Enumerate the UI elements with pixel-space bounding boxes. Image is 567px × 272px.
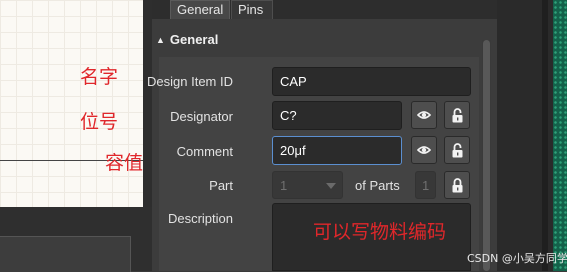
designator-field[interactable]: C?	[272, 101, 402, 130]
eye-icon	[417, 145, 431, 155]
part-label: Part	[209, 178, 233, 193]
part-dropdown[interactable]: 1	[272, 171, 343, 199]
dropdown-arrow-icon	[326, 183, 336, 189]
schematic-canvas[interactable]	[0, 0, 143, 207]
right-divider	[542, 0, 548, 271]
design-item-id-field[interactable]: CAP	[272, 67, 471, 96]
designator-visibility-button[interactable]	[411, 101, 437, 129]
of-parts-label: of Parts	[355, 178, 400, 193]
lock-icon	[452, 177, 463, 193]
bottom-panel-bar	[0, 236, 131, 272]
panel-scrollbar-thumb[interactable]	[483, 40, 490, 271]
tab-general[interactable]: General	[170, 0, 230, 19]
tab-strip: General Pins	[152, 0, 497, 19]
annotation-designator: 位号	[80, 111, 119, 133]
part-value: 1	[280, 178, 288, 193]
canvas-scrollbar[interactable]	[143, 0, 152, 207]
of-parts-value: 1	[415, 171, 436, 199]
comment-visibility-button[interactable]	[411, 136, 437, 164]
collapse-triangle-icon: ▲	[156, 35, 165, 45]
unlock-icon	[452, 142, 463, 158]
eye-icon	[417, 110, 431, 120]
section-general-header[interactable]: ▲ General	[156, 32, 218, 47]
tab-pins[interactable]: Pins	[231, 0, 273, 19]
unlock-icon	[452, 107, 463, 123]
design-item-id-label: Design Item ID	[147, 74, 233, 89]
designator-lock-button[interactable]	[444, 101, 470, 129]
annotation-name: 名字	[80, 66, 119, 88]
comment-label: Comment	[176, 144, 233, 159]
watermark: CSDN @小吴方同学	[467, 252, 567, 265]
panel-scrollbar[interactable]	[482, 40, 491, 271]
part-lock-button[interactable]	[444, 171, 470, 199]
annotation-description: 可以写物料编码	[313, 221, 447, 243]
section-title: General	[169, 32, 219, 47]
pcb-preview-strip	[553, 0, 567, 271]
comment-field[interactable]: 20μf	[272, 136, 402, 165]
designator-label: Designator	[170, 109, 233, 124]
comment-lock-button[interactable]	[444, 136, 470, 164]
annotation-capacitance: 容值	[105, 152, 144, 174]
description-label: Description	[167, 211, 233, 226]
